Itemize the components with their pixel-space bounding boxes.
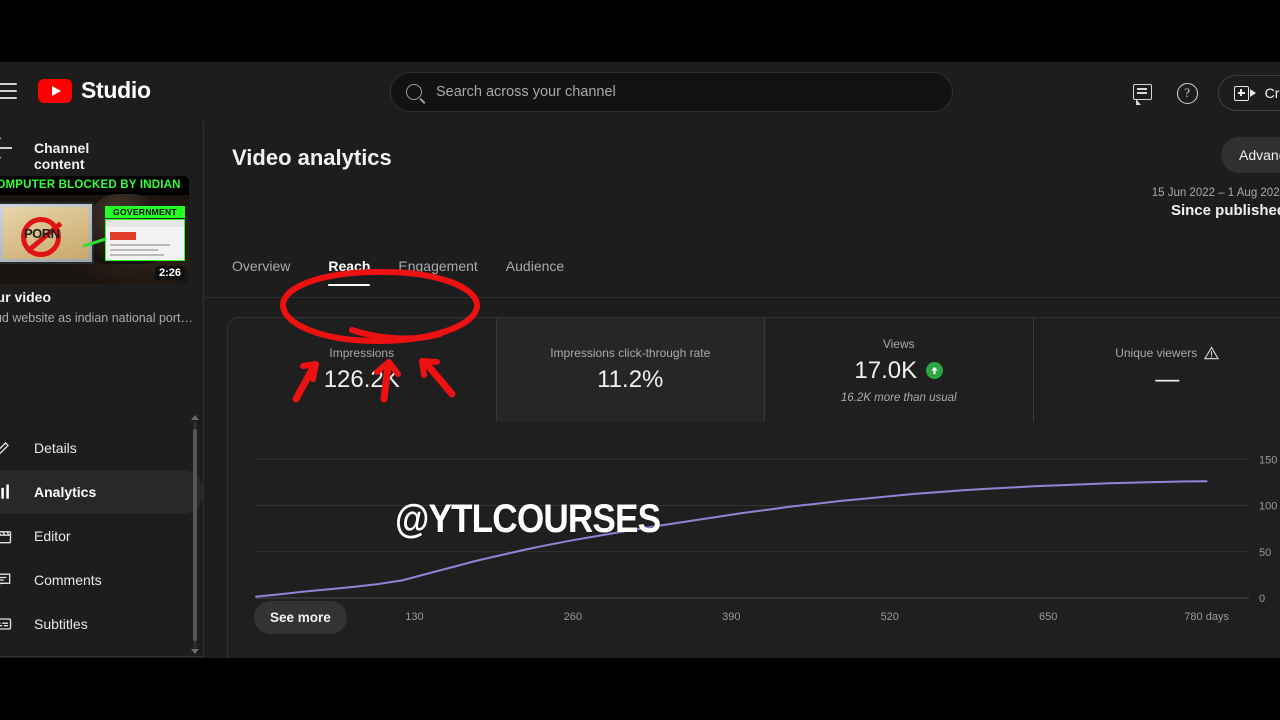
video-camera-plus-icon xyxy=(1233,85,1256,101)
advanced-mode-label: Advanc xyxy=(1239,147,1280,163)
trend-up-icon xyxy=(926,362,944,379)
sidebar-item-details[interactable]: Details xyxy=(0,426,203,470)
channel-watermark: @YTLCOURSES xyxy=(395,497,661,541)
analytics-tabs: Overview Reach Engagement Audience xyxy=(232,258,578,286)
search-placeholder: Search across your channel xyxy=(436,84,616,100)
chart-x-tick: 130 xyxy=(405,611,423,623)
tab-reach[interactable]: Reach xyxy=(314,258,384,286)
thumbnail-block-word: PORN xyxy=(24,226,60,241)
back-label: Channel content xyxy=(34,140,90,172)
chart-y-tick: 50 xyxy=(1259,547,1271,559)
sidebar-item-subtitles[interactable]: Subtitles xyxy=(0,602,203,646)
sidebar-item-label: Editor xyxy=(34,528,71,544)
top-bar-actions: ? Crea xyxy=(1132,75,1280,111)
metric-value: 126.2K xyxy=(323,366,400,393)
help-icon[interactable]: ? xyxy=(1176,82,1198,104)
search-icon xyxy=(406,84,422,100)
sidebar-item-label: Comments xyxy=(34,572,102,588)
youtube-studio-app: Studio Search across your channel ? Crea xyxy=(0,62,1280,658)
subtitles-icon xyxy=(0,618,12,630)
youtube-logo-icon xyxy=(38,78,72,103)
thumbnail-gov-tag: GOVERNMENT xyxy=(105,206,185,218)
scroll-up-arrow-icon[interactable] xyxy=(191,415,199,420)
sidebar-nav: Details Analytics Editor Comments Subtit… xyxy=(0,426,203,646)
sidebar-item-label: Subtitles xyxy=(34,616,88,632)
sidebar-item-comments[interactable]: Comments xyxy=(0,558,203,602)
video-title: our video xyxy=(0,289,52,305)
chart-y-tick: 100 xyxy=(1259,501,1277,513)
tab-overview[interactable]: Overview xyxy=(232,258,314,286)
clapperboard-icon xyxy=(0,531,12,544)
feedback-icon[interactable] xyxy=(1132,81,1157,105)
video-thumbnail[interactable]: OMPUTER BLOCKED BY INDIAN PORN GOVERNMEN… xyxy=(0,176,189,284)
metric-label-row: Unique viewers xyxy=(1115,346,1220,360)
metric-label: Unique viewers xyxy=(1115,346,1198,360)
warning-icon[interactable] xyxy=(1204,346,1220,360)
advanced-mode-button[interactable]: Advanc xyxy=(1221,137,1280,173)
page-title: Video analytics xyxy=(232,145,392,170)
thumbnail-headline: OMPUTER BLOCKED BY INDIAN xyxy=(0,176,189,195)
chart-x-tick: 260 xyxy=(564,611,582,623)
metric-subtext: 16.2K more than usual xyxy=(840,391,957,404)
studio-logo[interactable]: Studio xyxy=(38,77,151,104)
chart-y-tick: 150 xyxy=(1259,454,1277,466)
menu-icon[interactable] xyxy=(0,80,21,102)
see-more-button[interactable]: See more xyxy=(254,601,347,634)
screenshot-root: Studio Search across your channel ? Crea xyxy=(0,0,1280,720)
sidebar-divider xyxy=(0,656,203,657)
search-input[interactable]: Search across your channel xyxy=(390,72,953,112)
bar-chart-icon xyxy=(1,484,9,499)
video-description: aud website as indian national port… xyxy=(0,311,193,325)
tabs-divider xyxy=(205,297,1280,298)
chart-x-tick: 390 xyxy=(722,611,740,623)
date-preset-text: Since published xyxy=(1170,202,1280,219)
sidebar-item-label: Details xyxy=(34,440,77,456)
sidebar-scrollbar-thumb[interactable] xyxy=(193,429,197,641)
metric-label: Impressions xyxy=(329,346,395,360)
metric-value-row: 17.0K xyxy=(854,356,944,385)
comment-icon xyxy=(0,573,11,585)
create-button[interactable]: Crea xyxy=(1217,75,1280,111)
metric-tabs: Impressions 126.2K Impressions click-thr… xyxy=(228,318,1280,422)
brand-label: Studio xyxy=(81,77,151,103)
left-sidebar: Channel content OMPUTER BLOCKED BY INDIA… xyxy=(0,121,204,658)
reach-metrics-card: Impressions 126.2K Impressions click-thr… xyxy=(227,317,1280,658)
sidebar-item-label: Analytics xyxy=(34,484,97,500)
metric-value: 17.0K xyxy=(854,356,918,384)
metric-impressions[interactable]: Impressions 126.2K xyxy=(228,318,497,422)
chart-y-axis-labels: 0 50 100 150 xyxy=(1259,454,1277,605)
scroll-down-arrow-icon[interactable] xyxy=(191,649,199,654)
top-bar: Studio Search across your channel ? Crea xyxy=(0,62,1280,121)
video-duration: 2:26 xyxy=(154,266,185,280)
metric-label: Impressions click-through rate xyxy=(550,346,711,360)
sidebar-item-analytics[interactable]: Analytics xyxy=(0,470,203,514)
tab-audience[interactable]: Audience xyxy=(492,258,578,286)
main-content: Video analytics Advanc 15 Jun 2022 – 1 A… xyxy=(205,121,1280,658)
metric-label: Views xyxy=(882,336,915,351)
sidebar-item-editor[interactable]: Editor xyxy=(0,514,203,558)
pencil-icon xyxy=(0,442,9,455)
see-more-label: See more xyxy=(270,610,331,625)
create-button-label: Crea xyxy=(1264,85,1280,101)
date-range-text: 15 Jun 2022 – 1 Aug 2024 xyxy=(1151,187,1280,199)
arrow-left-icon xyxy=(0,147,12,149)
chart-y-tick: 0 xyxy=(1259,593,1265,605)
chart-x-tick: 650 xyxy=(1039,611,1057,623)
tab-engagement[interactable]: Engagement xyxy=(384,258,491,286)
impressions-chart[interactable]: 0 50 100 150 0 130 260 390 520 650 780 days xyxy=(228,422,1280,658)
chart-x-tick: 780 days xyxy=(1184,611,1229,623)
chart-svg: 0 50 100 150 0 130 260 390 520 650 780 days xyxy=(255,454,1277,623)
metric-value: — xyxy=(1155,366,1180,393)
chart-x-axis-labels: 0130260390520650780 days xyxy=(256,611,1229,623)
metric-value: 11.2% xyxy=(597,366,664,393)
metric-unique-viewers[interactable]: Unique viewers — xyxy=(1034,318,1280,422)
metric-views[interactable]: Views 17.0K 16.2K more than usual xyxy=(765,318,1034,422)
date-range-selector[interactable]: 15 Jun 2022 – 1 Aug 2024 Since published xyxy=(1056,187,1280,219)
metric-impressions-ctr[interactable]: Impressions click-through rate 11.2% xyxy=(496,318,765,422)
chart-x-tick: 520 xyxy=(881,611,899,623)
